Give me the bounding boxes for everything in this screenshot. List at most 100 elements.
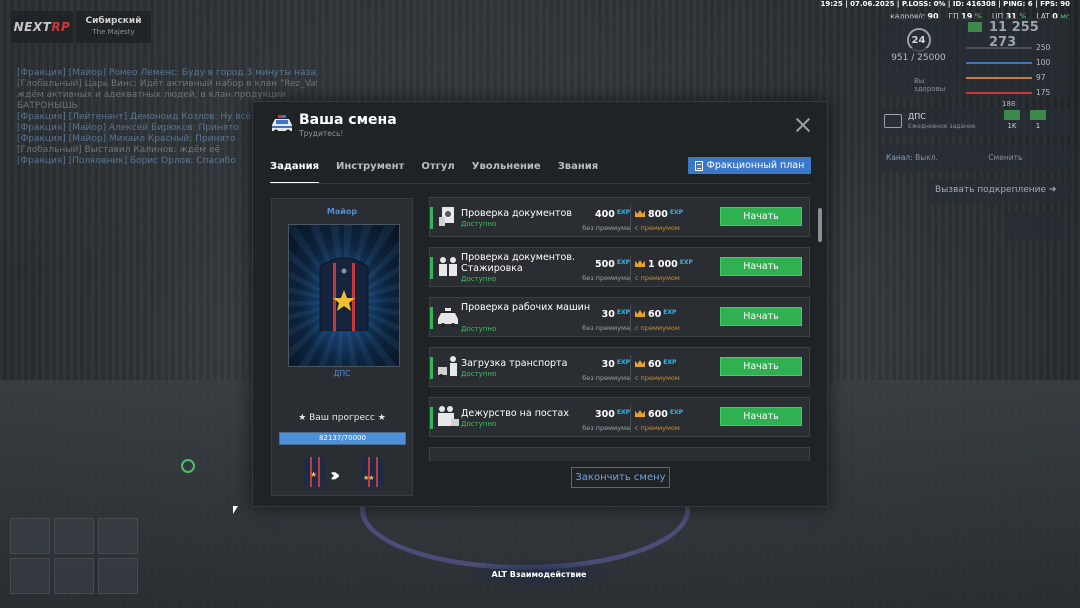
task-list-scrollbar[interactable] xyxy=(818,208,822,242)
dps-sub: Ежедневное задание xyxy=(908,123,976,130)
money-box: 11 255 273 250 100 97 175 188 xyxy=(960,18,1070,108)
officers-icon xyxy=(439,257,457,276)
dps-daily-task[interactable]: ДПС Ежедневное задание 1K 1 xyxy=(878,108,1070,136)
close-icon[interactable] xyxy=(794,116,812,134)
task-accent xyxy=(430,307,433,329)
task-exp-premium: 1 000 EXP xyxy=(648,259,693,270)
task-list: Проверка документов Доступно 400 EXP без пре… xyxy=(429,197,813,461)
money-icon xyxy=(968,22,982,32)
channel-value: Выкл. xyxy=(915,153,938,162)
crown-icon xyxy=(635,310,645,317)
inventory-slot[interactable] xyxy=(10,518,50,554)
modal-tabs: Задания Инструмент Отгул Увольнение Звания xyxy=(270,158,598,184)
crown-icon xyxy=(635,260,645,267)
start-task-button[interactable]: Начать xyxy=(720,357,802,376)
shift-modal: Ваша смена Трудитесь! Задания Инструмент О… xyxy=(252,101,828,507)
premium-label: с премиумом xyxy=(635,274,680,282)
tab-0[interactable]: Задания xyxy=(270,158,320,184)
no-premium-label: без премиума xyxy=(582,374,630,382)
inventory-slot[interactable] xyxy=(10,558,50,594)
modal-title: Ваша смена xyxy=(299,112,397,128)
inventory-slot[interactable] xyxy=(54,518,94,554)
task-title: Проверка документов. Стажировка xyxy=(461,252,575,274)
no-premium-label: без премиума xyxy=(582,274,630,282)
inventory-slot[interactable] xyxy=(98,558,138,594)
task-accent xyxy=(430,357,433,379)
modal-subtitle: Трудитесь! xyxy=(299,129,344,138)
call-backup-label: Вызвать подкрепление xyxy=(935,185,1047,195)
task-title: Загрузка транспорта xyxy=(461,358,568,369)
task-status: Доступно xyxy=(461,220,497,228)
channel-change[interactable]: Сменить xyxy=(988,153,1022,162)
no-premium-label: без премиума xyxy=(582,224,630,232)
no-premium-label: без премиума xyxy=(582,424,630,432)
task-exp: 30 EXP xyxy=(601,359,630,370)
tab-1[interactable]: Инструмент xyxy=(336,158,404,184)
task-status: Доступно xyxy=(461,325,497,333)
health-label: Вы xyxy=(914,77,925,85)
progress-label: ★ Ваш прогресс ★ xyxy=(298,413,386,423)
police-car-icon xyxy=(438,308,458,327)
inventory-slots xyxy=(10,518,138,594)
game-logo: NEXTRP xyxy=(11,11,73,43)
stat-bars: 250 100 97 175 188 xyxy=(966,40,1066,108)
minimap-widget xyxy=(1008,212,1064,242)
crown-icon xyxy=(635,410,645,417)
xp-value: 951 xyxy=(891,53,909,63)
exp-separator xyxy=(630,305,631,332)
inventory-slot[interactable] xyxy=(54,558,94,594)
radio-channel[interactable]: Канал: Выкл. Сменить xyxy=(878,144,1070,172)
task-row-partial xyxy=(429,447,810,461)
no-premium-label: без премиума xyxy=(582,324,630,332)
task-title: Проверка документов xyxy=(461,208,572,219)
task-row: Загрузка транспорта Доступно 30 EXP без прем… xyxy=(429,347,810,387)
tab-2[interactable]: Отгул xyxy=(421,158,454,184)
server-name: Сибирский xyxy=(85,16,142,26)
exp-separator xyxy=(630,355,631,382)
task-exp: 300 EXP xyxy=(595,409,630,420)
start-task-button[interactable]: Начать xyxy=(720,257,802,276)
chat-line: [Глобальный] Царь Винс: Идёт активный на… xyxy=(17,79,317,89)
rank-panel: Майор ДПС ★ Ваш прогресс ★ 82137/70000 ★… xyxy=(271,198,413,496)
police-car-icon xyxy=(272,115,292,135)
chat-line: ждём активных и адекватных людей, в клан… xyxy=(17,90,286,100)
stat-bar-extra: 188 xyxy=(1002,100,1016,108)
faction-plan-label: Фракционный план xyxy=(706,160,805,171)
task-exp: 30 EXP xyxy=(601,309,630,320)
stat-bar: 97 xyxy=(966,70,1066,85)
server-badge: Сибирский The Majesty xyxy=(76,11,151,43)
start-task-button[interactable]: Начать xyxy=(720,207,802,226)
task-exp: 500 EXP xyxy=(595,259,630,270)
exp-separator xyxy=(630,255,631,282)
faction-plan-button[interactable]: Фракционный план xyxy=(688,157,811,174)
finish-shift-button[interactable]: Закончить смену xyxy=(571,467,670,488)
tow-truck-icon xyxy=(438,356,457,378)
premium-label: с премиумом xyxy=(635,224,680,232)
tabs-divider xyxy=(270,183,810,184)
task-accent xyxy=(430,257,433,279)
task-title: Дежурство на постах xyxy=(461,408,569,419)
tab-4[interactable]: Звания xyxy=(558,158,599,184)
task-exp-premium: 600 EXP xyxy=(648,409,683,420)
task-status: Доступно xyxy=(461,370,497,378)
start-task-button[interactable]: Начать xyxy=(720,307,802,326)
health-sub: здоровы xyxy=(914,85,946,93)
current-rank-epaulet-icon: ★ xyxy=(304,457,326,487)
document-icon xyxy=(694,160,703,171)
location-marker-icon xyxy=(181,459,195,473)
server-sub: The Majesty xyxy=(92,28,135,36)
document-check-icon xyxy=(439,207,454,226)
cash-icon xyxy=(1004,110,1020,120)
stat-bar: 100 xyxy=(966,55,1066,70)
logo-text: NEXTRP xyxy=(13,20,71,34)
task-exp-premium: 800 EXP xyxy=(648,209,683,220)
task-accent xyxy=(430,207,433,229)
post-duty-icon xyxy=(438,406,459,426)
tab-3[interactable]: Увольнение xyxy=(472,158,541,184)
premium-label: с премиумом xyxy=(635,374,680,382)
call-backup-button[interactable]: Вызвать подкрепление ➜ xyxy=(928,179,1070,203)
inventory-slot[interactable] xyxy=(98,518,138,554)
rank-insignia-frame xyxy=(288,224,400,367)
start-task-button[interactable]: Начать xyxy=(720,407,802,426)
stat-bar: 250 xyxy=(966,40,1066,55)
